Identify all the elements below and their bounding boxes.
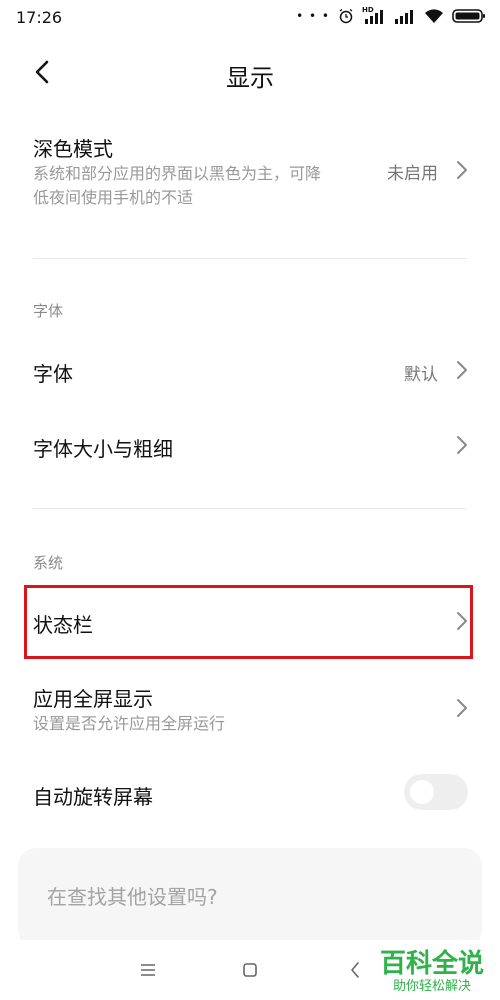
search-settings-card[interactable]: 在查找其他设置吗? bbox=[18, 848, 482, 948]
font-title: 字体 bbox=[33, 362, 73, 386]
watermark-main: 百科全说 bbox=[379, 949, 484, 979]
section-label-system: 系统 bbox=[33, 554, 64, 572]
menu-icon bbox=[141, 964, 155, 976]
toggle-knob bbox=[410, 780, 434, 804]
home-square-icon bbox=[243, 963, 257, 977]
page-title: 显示 bbox=[226, 64, 274, 92]
dark-mode-subtitle-line1: 系统和部分应用的界面以黑色为主，可降 bbox=[33, 164, 322, 183]
auto-rotate-title: 自动旋转屏幕 bbox=[33, 785, 153, 809]
font-value: 默认 bbox=[404, 365, 438, 385]
fullscreen-title: 应用全屏显示 bbox=[33, 687, 153, 711]
section-label-font: 字体 bbox=[33, 302, 64, 320]
divider bbox=[33, 258, 467, 259]
status-bar-title: 状态栏 bbox=[33, 613, 93, 637]
dark-mode-value: 未启用 bbox=[387, 164, 438, 184]
chevron-right-icon bbox=[457, 612, 467, 630]
header: 显示 bbox=[0, 40, 500, 104]
nav-back-icon bbox=[351, 962, 359, 978]
status-icons: • • • HD bbox=[296, 6, 486, 24]
alarm-icon bbox=[339, 8, 353, 24]
home-button[interactable] bbox=[236, 956, 264, 984]
font-size-weight-row[interactable]: 字体大小与粗细 bbox=[0, 415, 500, 475]
divider bbox=[33, 508, 467, 509]
fullscreen-subtitle: 设置是否允许应用全屏运行 bbox=[33, 714, 226, 733]
watermark: 百科全说 助你轻松解决 bbox=[380, 950, 484, 996]
notification-dots-icon: • • • bbox=[296, 9, 330, 23]
watermark-sub: 助你轻松解决 bbox=[392, 979, 471, 994]
status-time: 17:26 bbox=[16, 8, 63, 27]
nav-back-button[interactable] bbox=[341, 956, 369, 984]
fullscreen-row[interactable]: 应用全屏显示 设置是否允许应用全屏运行 bbox=[0, 675, 500, 745]
chevron-right-icon bbox=[457, 161, 467, 179]
dark-mode-row[interactable]: 深色模式 系统和部分应用的界面以黑色为主，可降 低夜间使用手机的不适 未启用 bbox=[0, 125, 500, 235]
dark-mode-subtitle-line2: 低夜间使用手机的不适 bbox=[33, 188, 194, 207]
hd-signal-icon: HD bbox=[362, 6, 386, 24]
signal-icon bbox=[395, 10, 413, 24]
battery-icon bbox=[452, 9, 485, 23]
menu-button[interactable] bbox=[134, 956, 162, 984]
status-bar-row[interactable]: 状态栏 bbox=[0, 590, 500, 654]
font-row[interactable]: 字体 默认 bbox=[0, 340, 500, 400]
chevron-right-icon bbox=[457, 699, 467, 717]
font-size-weight-title: 字体大小与粗细 bbox=[33, 437, 173, 461]
dark-mode-title: 深色模式 bbox=[33, 137, 113, 161]
status-bar: 17:26 • • • HD bbox=[0, 0, 500, 36]
chevron-right-icon bbox=[457, 436, 467, 454]
auto-rotate-toggle[interactable] bbox=[404, 774, 468, 810]
wifi-icon bbox=[425, 9, 443, 23]
search-settings-text: 在查找其他设置吗? bbox=[47, 885, 218, 909]
chevron-right-icon bbox=[457, 361, 467, 379]
